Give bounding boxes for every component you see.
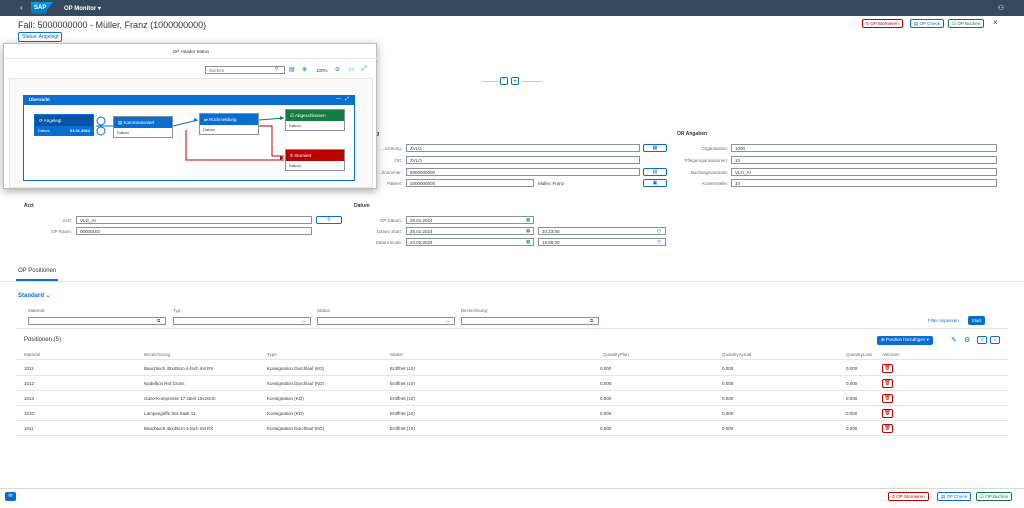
node-title-text: Storniert [294, 153, 312, 158]
node-title-text: Rückmeldung [209, 117, 237, 122]
node-title-text: Angelegt [43, 118, 62, 123]
flow-node-rueckmeldung[interactable]: ⇄ Rückmeldung Datum [199, 113, 259, 135]
node-title-text: Abgeschlossen [295, 113, 326, 118]
node-label: Datum [289, 123, 301, 128]
node-label: Datum [289, 163, 301, 168]
node-title: ▤ Kommissioniert [114, 117, 172, 128]
node-title: ☑ Abgeschlossen [286, 110, 344, 121]
node-title-text: Kommissioniert [123, 120, 155, 125]
node-title: ⇄ Rückmeldung [200, 114, 258, 125]
node-title: ⦸ Storniert [286, 150, 344, 161]
flow-node-storniert[interactable]: ⦸ Storniert Datum [285, 149, 345, 171]
flow-node-abgeschlossen[interactable]: ☑ Abgeschlossen Datum [285, 109, 345, 131]
node-label: Datum [38, 128, 50, 133]
flow-node-angelegt[interactable]: ⟳ Angelegt Datum 01.01.2024 [34, 114, 94, 136]
flow-connectors [96, 116, 285, 161]
node-title: ⟳ Angelegt [35, 115, 93, 126]
node-label: Datum [117, 130, 129, 135]
flow-node-kommissioniert[interactable]: ▤ Kommissioniert Datum [113, 116, 173, 138]
node-label: Datum [203, 127, 215, 132]
node-date: 01.01.2024 [69, 128, 90, 133]
